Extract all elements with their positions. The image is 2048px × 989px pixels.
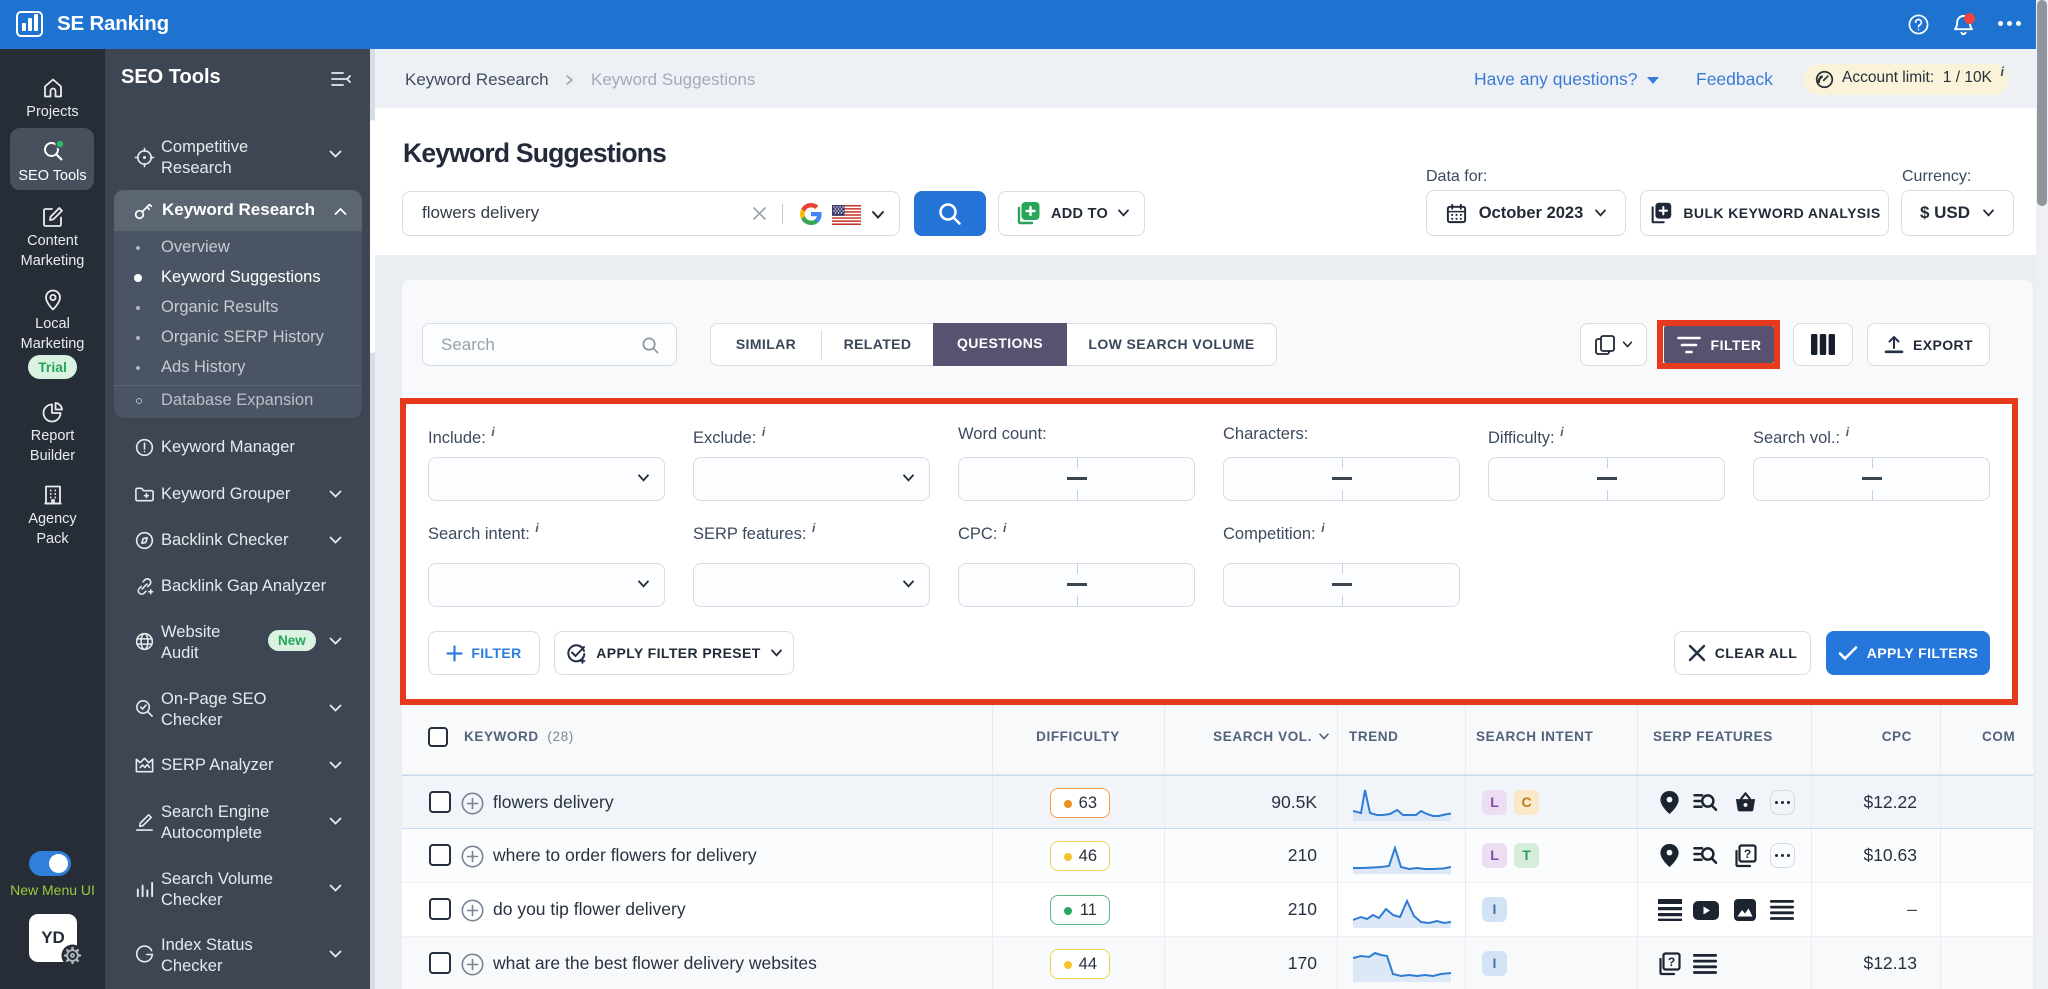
- svg-text:?: ?: [1668, 955, 1675, 969]
- svg-text:?: ?: [1744, 847, 1751, 861]
